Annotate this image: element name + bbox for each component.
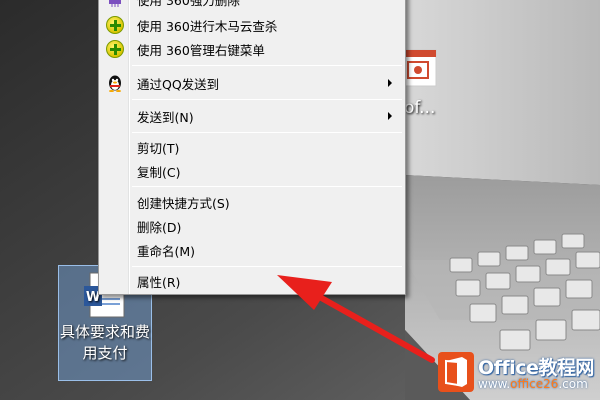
office26-watermark: Office教程网 www.office26.com [438, 352, 598, 396]
office-logo-icon [438, 352, 474, 392]
watermark-url: www.office26.com [478, 377, 588, 391]
watermark-title: Office教程网 [478, 357, 594, 379]
annotation-arrow [277, 275, 435, 363]
